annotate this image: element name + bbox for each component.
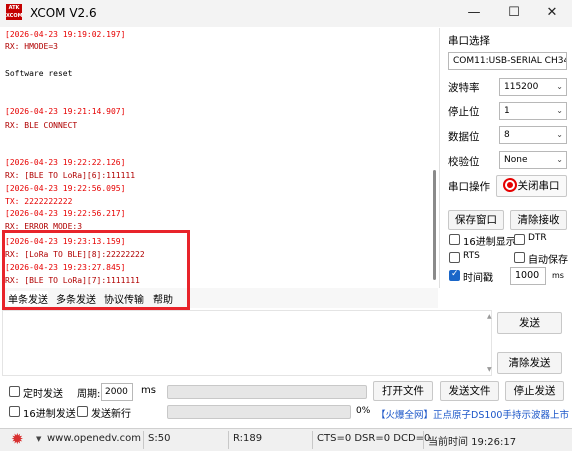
receive-line: RX: BLE CONNECT [5,121,78,130]
receive-line: [2026-04-23 19:19:02.197] [5,30,126,39]
timestamp-checkbox[interactable] [449,269,460,281]
send-newline-checkbox[interactable] [77,406,88,417]
receive-line: Software reset [5,69,73,78]
receive-line: RX: HMODE=3 [5,42,58,51]
receive-line: [2026-04-23 19:22:22.126] [5,158,126,167]
hex-send-checkbox[interactable] [9,406,20,417]
status-divider [312,431,313,449]
baud-select[interactable]: 115200 ⌄ [499,78,567,96]
highlight-box [2,230,190,310]
receive-line: [2026-04-23 19:22:56.217] [5,209,126,218]
title-bar: ATK XCOM XCOM V2.6 — ☐ ✕ [0,0,572,27]
close-button[interactable]: ✕ [532,2,572,24]
chevron-down-icon: ⌄ [556,106,563,115]
status-divider [423,431,424,449]
receive-scrollbar[interactable] [433,170,436,280]
window-title: XCOM V2.6 [30,6,97,20]
ad-link[interactable]: 【火爆全网】正点原子DS100手持示波器上市 [376,407,569,421]
status-divider [228,431,229,449]
rts-label: RTS [463,251,480,261]
auto-save-label: 自动保存 [528,255,568,266]
send-file-button[interactable]: 发送文件 [440,381,499,401]
receive-line: RX: [BLE TO LoRa][6]:111111 [5,171,136,180]
scroll-down-icon[interactable]: ▼ [487,366,492,373]
app-logo-icon: ATK XCOM [6,4,23,20]
period-input[interactable]: 2000 [101,383,133,401]
period-label: 周期: [77,389,101,400]
send-button[interactable]: 发送 [497,312,562,334]
open-file-button[interactable]: 打开文件 [373,381,433,401]
parity-select[interactable]: None ⌄ [499,151,567,169]
save-window-button[interactable]: 保存窗口 [448,210,504,230]
dtr-checkbox[interactable] [514,234,525,245]
databits-value: 8 [504,130,510,140]
hex-send-label: 16进制发送 [23,409,76,420]
parity-label: 校验位 [448,156,480,168]
timestamp-unit: ms [552,271,564,280]
clear-receive-button[interactable]: 清除接收 [510,210,567,230]
baud-label: 波特率 [448,82,480,94]
timed-send-checkbox[interactable] [9,386,20,397]
send-text-area[interactable] [2,310,492,376]
maximize-button[interactable]: ☐ [494,2,534,24]
file-path-bar [167,385,367,399]
sent-count: S:50 [148,433,171,444]
receive-line: [2026-04-23 19:21:14.907] [5,107,126,116]
dtr-label: DTR [528,233,547,243]
port-status-icon [503,178,517,192]
receive-line: [2026-04-23 19:22:56.095] [5,184,126,193]
send-progress-bar [167,405,351,419]
progress-percent: 0% [356,406,371,416]
port-select-label: 串口选择 [448,35,490,47]
databits-select[interactable]: 8 ⌄ [499,126,567,144]
signal-status: CTS=0 DSR=0 DCD=0 [317,433,431,444]
port-select-value: COM11:USB-SERIAL CH34 [453,56,567,66]
auto-save-checkbox[interactable] [514,252,525,263]
chevron-down-icon: ⌄ [556,82,563,91]
current-time: 当前时间 19:26:17 [428,437,517,448]
received-count: R:189 [233,433,263,444]
close-port-label: 关闭串口 [517,180,560,192]
receive-line: TX: 2222222222 [5,197,73,206]
port-op-label: 串口操作 [448,181,490,193]
scroll-up-icon[interactable]: ▲ [487,313,492,320]
status-divider [143,431,144,449]
chevron-down-icon: ⌄ [556,130,563,139]
hex-display-checkbox[interactable] [449,234,460,245]
databits-label: 数据位 [448,131,480,143]
stopbits-value: 1 [504,106,510,116]
parity-value: None [504,155,528,165]
gear-icon[interactable]: ✹ [11,430,24,448]
baud-value: 115200 [504,82,539,92]
chevron-down-icon[interactable]: ▼ [36,435,41,443]
stop-send-button[interactable]: 停止发送 [505,381,564,401]
port-select[interactable]: COM11:USB-SERIAL CH34 [448,52,567,70]
minimize-button[interactable]: — [454,2,494,24]
stopbits-select[interactable]: 1 ⌄ [499,102,567,120]
send-newline-label: 发送新行 [91,409,131,420]
chevron-down-icon: ⌄ [556,155,563,164]
clear-send-button[interactable]: 清除发送 [497,352,562,374]
status-bar: ✹ ▼ www.openedv.com S:50 R:189 CTS=0 DSR… [0,428,572,451]
timed-send-label: 定时发送 [23,389,63,400]
timestamp-interval-input[interactable]: 1000 [510,267,546,285]
hex-display-label: 16进制显示 [463,237,516,248]
period-unit: ms [141,385,156,396]
website-link[interactable]: www.openedv.com [47,433,141,444]
rts-checkbox[interactable] [449,252,460,263]
timestamp-label: 时间戳 [463,273,493,284]
stopbits-label: 停止位 [448,106,480,118]
